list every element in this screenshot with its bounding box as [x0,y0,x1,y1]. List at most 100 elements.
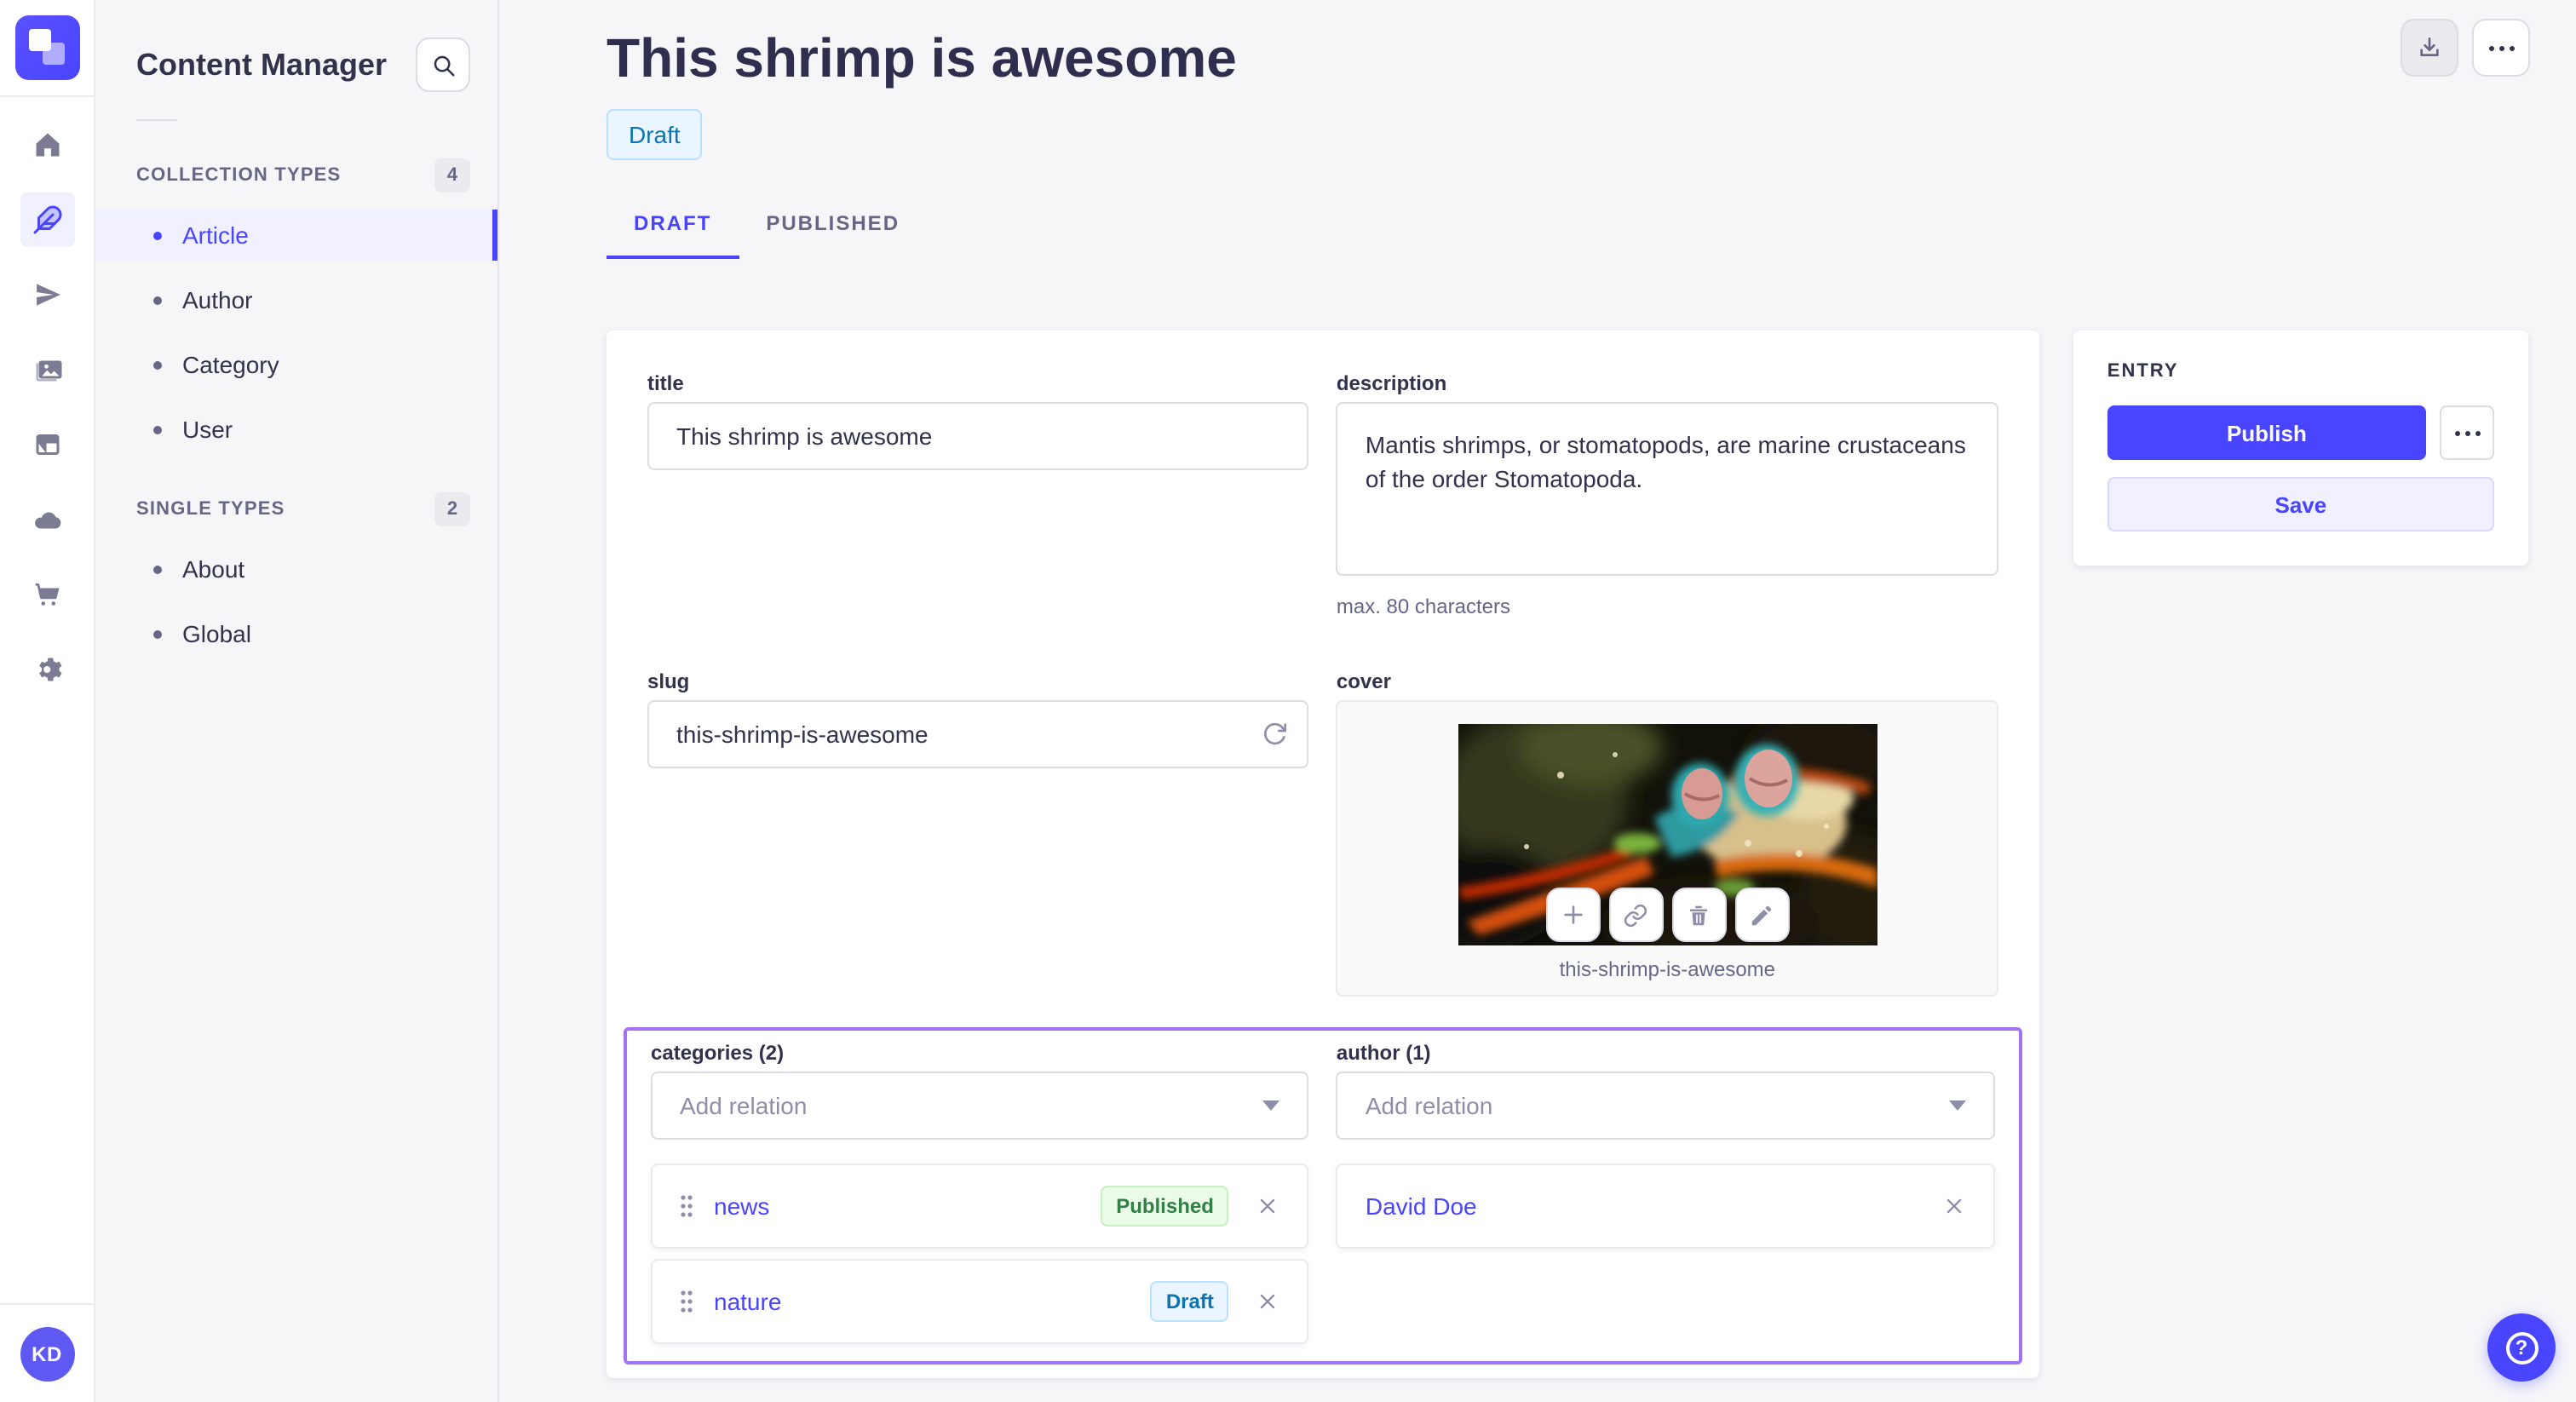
author-field-label: author (1) [1336,1041,1431,1065]
remove-relation-button[interactable] [1256,1194,1280,1218]
bullet-icon [153,629,162,638]
edit-asset-button[interactable] [1734,888,1790,942]
plus-icon [1563,905,1582,924]
sidebar-item-global[interactable]: Global [95,608,497,659]
sidebar-item-label: User [182,416,233,443]
sidebar-item-article[interactable]: Article [95,210,497,261]
title-input[interactable] [647,402,1309,470]
cover-field-label: cover [1336,669,1391,693]
cover-filename: this-shrimp-is-awesome [1559,957,1776,981]
status-badge: Draft [1150,1281,1229,1322]
cover-field-group: cover this-shrimp-is-awesome [1336,669,1998,997]
main-content: This shrimp is awesome Draft DRAFT PUBLI… [499,0,2576,1402]
chevron-down-icon [1262,1100,1280,1111]
cover-asset-box: this-shrimp-is-awesome [1336,700,1998,997]
save-button[interactable]: Save [2107,477,2494,531]
publish-button[interactable]: Publish [2107,405,2426,460]
search-button[interactable] [416,37,470,92]
settings-gear-icon[interactable] [20,642,74,697]
categories-field-group: categories (2) Add relation news Publish… [651,1041,1309,1344]
sidebar-item-label: Category [182,351,279,378]
rail-bottom: KD [0,1303,94,1402]
bullet-icon [153,360,162,369]
sidebar-item-label: About [182,555,245,583]
sidebar-item-about[interactable]: About [95,543,497,595]
strapi-logo[interactable] [14,15,79,80]
link-icon [1624,903,1647,927]
slug-field-label: slug [647,669,690,693]
strapi-app: KD Content Manager COLLECTION TYPES 4 Ar… [0,0,2576,1402]
title-field-label: title [647,371,684,395]
media-library-icon[interactable] [20,342,74,397]
logo-glyph-shade [42,43,64,65]
entry-panel: ENTRY Publish Save [2073,330,2528,566]
sidebar-item-user[interactable]: User [95,404,497,455]
drag-handle-icon[interactable] [680,1290,693,1313]
send-icon[interactable] [20,267,74,322]
tab-published[interactable]: PUBLISHED [739,194,927,259]
layout-icon[interactable] [20,417,74,472]
rail-icon-list [20,118,74,717]
author-add-relation-select[interactable]: Add relation [1336,1072,1995,1140]
relations-focus-region: categories (2) Add relation news Publish… [624,1027,2022,1365]
page-title: This shrimp is awesome [607,27,1237,89]
more-options-button[interactable] [2472,19,2530,77]
description-hint: max. 80 characters [1336,595,1510,618]
sidebar-item-label: Author [182,286,253,313]
content-manager-feather-icon[interactable] [20,192,74,247]
divider [136,119,177,121]
status-badge: Published [1101,1186,1229,1227]
status-badge: Draft [607,109,703,160]
copy-link-button[interactable] [1608,888,1664,942]
more-options-icon [2454,430,2480,435]
relation-item-david-doe: David Doe [1336,1164,1995,1249]
description-field-label: description [1336,371,1447,395]
help-icon: ? [2505,1331,2538,1364]
sidebar-item-label: Article [182,221,249,249]
remove-relation-button[interactable] [1942,1194,1966,1218]
remove-relation-button[interactable] [1256,1290,1280,1313]
sidebar-item-label: Global [182,620,251,647]
add-asset-button[interactable] [1545,888,1601,942]
chevron-down-icon [1948,1100,1966,1111]
section-label-collection-types: COLLECTION TYPES [136,165,342,186]
bullet-icon [153,231,162,239]
delete-asset-button[interactable] [1671,888,1727,942]
relation-link[interactable]: David Doe [1366,1192,1477,1220]
regenerate-icon[interactable] [1262,721,1289,748]
relation-link[interactable]: nature [714,1288,781,1315]
download-icon [2420,37,2439,56]
logo-container [0,0,94,97]
slug-field-group: slug [647,669,1309,997]
description-textarea[interactable]: Mantis shrimps, or stomatopods, are mari… [1336,402,1998,576]
drag-handle-icon[interactable] [680,1194,693,1218]
bullet-icon [153,296,162,304]
more-options-icon [2488,45,2514,50]
version-tabs: DRAFT PUBLISHED [607,194,2528,259]
relation-item-nature: nature Draft [651,1259,1309,1344]
header-actions [2401,19,2530,77]
categories-field-label: categories (2) [651,1041,785,1065]
sidebar-item-author[interactable]: Author [95,274,497,325]
nav-rail: KD [0,0,95,1402]
content-manager-sidebar: Content Manager COLLECTION TYPES 4 Artic… [95,0,499,1402]
download-button[interactable] [2401,19,2458,77]
user-avatar[interactable]: KD [20,1326,74,1381]
trash-icon [1690,905,1708,925]
relation-link[interactable]: news [714,1192,769,1220]
pencil-icon [1752,905,1772,925]
entry-more-options-button[interactable] [2440,405,2494,460]
cloud-icon[interactable] [20,492,74,547]
tab-draft[interactable]: DRAFT [607,194,739,259]
help-button[interactable]: ? [2487,1313,2556,1382]
entry-panel-title: ENTRY [2107,361,2179,382]
close-icon [1261,1198,1276,1214]
bullet-icon [153,565,162,573]
categories-add-relation-select[interactable]: Add relation [651,1072,1309,1140]
slug-input[interactable] [647,700,1309,768]
home-icon[interactable] [20,118,74,172]
description-field-group: description Mantis shrimps, or stomatopo… [1336,371,1998,618]
sidebar-item-category[interactable]: Category [95,339,497,390]
cart-icon[interactable] [20,567,74,622]
relation-item-news: news Published [651,1164,1309,1249]
